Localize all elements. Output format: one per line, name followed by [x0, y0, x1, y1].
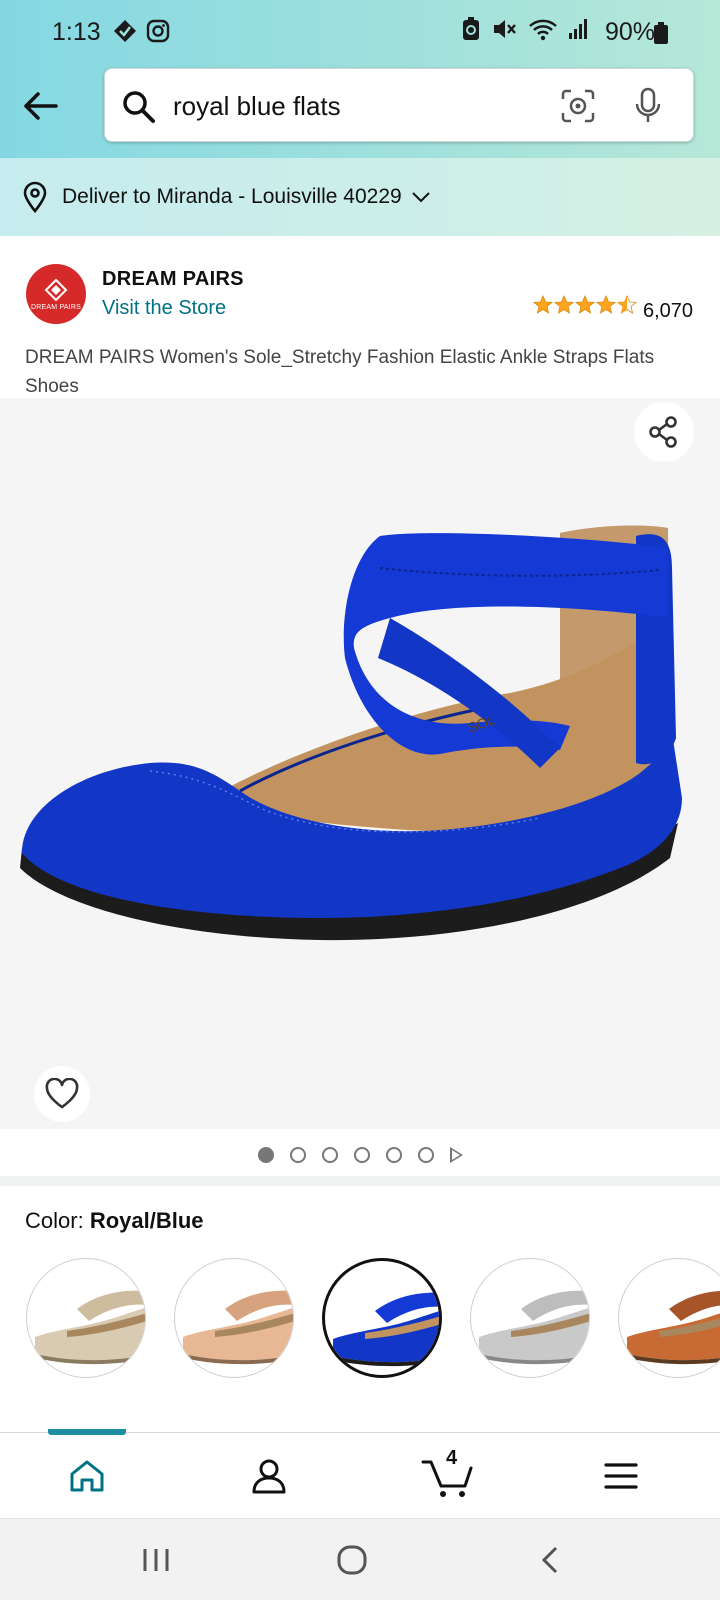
wifi-icon	[529, 19, 557, 41]
product-image: SOL	[20, 525, 682, 941]
heart-icon	[45, 1078, 79, 1109]
color-swatch-nude[interactable]	[174, 1258, 294, 1378]
battery-saver-icon	[463, 17, 479, 40]
search-input[interactable]: royal blue flats	[173, 91, 341, 122]
star-full-icon	[575, 295, 595, 314]
carousel-dot[interactable]	[257, 1147, 274, 1163]
status-time: 1:13	[52, 18, 101, 46]
selected-color-name: Royal/Blue	[89, 1208, 204, 1233]
color-swatch-list	[26, 1258, 720, 1378]
brand-logo[interactable]: DREAM PAIRS	[26, 264, 86, 324]
star-half-icon	[617, 295, 637, 314]
share-button[interactable]	[634, 402, 694, 462]
color-swatch-orange[interactable]	[618, 1258, 720, 1378]
star-full-icon	[596, 295, 616, 314]
section-divider	[0, 1176, 720, 1186]
search-bar[interactable]: royal blue flats	[104, 68, 694, 142]
color-swatch-gold[interactable]	[26, 1258, 146, 1378]
instagram-icon	[146, 19, 170, 43]
brand-logo-text: DREAM PAIRS	[31, 303, 81, 311]
microphone-icon[interactable]	[633, 87, 663, 125]
carousel-dot[interactable]	[289, 1147, 306, 1163]
home-circle-icon	[337, 1545, 367, 1575]
product-image-carousel[interactable]: SOL	[0, 398, 720, 1129]
home-system-button[interactable]	[312, 1537, 392, 1583]
visit-store-link[interactable]: Visit the Store	[102, 297, 226, 320]
brand-name: DREAM PAIRS	[102, 268, 244, 290]
status-bar: 1:13 90%	[0, 0, 720, 64]
nav-account[interactable]	[219, 1433, 319, 1519]
location-tracking-icon	[114, 20, 136, 42]
back-arrow-icon	[24, 92, 58, 120]
nav-menu[interactable]	[571, 1433, 671, 1519]
recent-apps-icon	[143, 1549, 169, 1571]
rating-count[interactable]: 6,070	[643, 300, 693, 323]
star-full-icon	[554, 295, 574, 314]
bottom-navigation: 4	[0, 1429, 720, 1519]
hamburger-menu-icon	[604, 1463, 638, 1489]
battery-icon	[654, 22, 668, 44]
back-chevron-icon	[541, 1546, 558, 1574]
star-full-icon	[533, 295, 553, 314]
location-pin-icon	[23, 181, 47, 213]
brand-logo-diamond-icon	[44, 278, 68, 301]
nav-home[interactable]	[37, 1433, 137, 1519]
star-rating[interactable]	[533, 295, 637, 315]
color-selection-label: Color: Royal/Blue	[25, 1208, 204, 1234]
signal-icon	[569, 19, 587, 39]
nav-cart[interactable]: 4	[398, 1433, 498, 1519]
system-navigation-bar	[0, 1518, 720, 1600]
chevron-down-icon	[411, 192, 430, 203]
home-icon	[70, 1460, 104, 1492]
mute-icon	[494, 20, 516, 38]
back-button[interactable]	[18, 84, 62, 128]
color-swatch-royal-blue[interactable]	[322, 1258, 442, 1378]
color-swatch-silver[interactable]	[470, 1258, 590, 1378]
carousel-dot[interactable]	[321, 1147, 338, 1163]
carousel-dot[interactable]	[417, 1147, 434, 1163]
carousel-dot[interactable]	[353, 1147, 370, 1163]
camera-lens-icon[interactable]	[561, 89, 595, 123]
color-label-prefix: Color:	[25, 1208, 84, 1233]
battery-percent: 90%	[605, 18, 656, 46]
recent-apps-button[interactable]	[116, 1537, 196, 1583]
cart-count-badge: 4	[446, 1447, 458, 1469]
carousel-video-play-icon[interactable]	[449, 1147, 463, 1163]
user-icon	[252, 1459, 286, 1494]
wishlist-button[interactable]	[34, 1066, 90, 1122]
product-title: DREAM PAIRS Women's Sole_Stretchy Fashio…	[25, 347, 655, 397]
carousel-indicator	[0, 1140, 720, 1170]
delivery-location[interactable]: Deliver to Miranda - Louisville 40229	[0, 158, 720, 236]
delivery-text: Deliver to Miranda - Louisville 40229	[62, 185, 402, 208]
carousel-dot[interactable]	[385, 1147, 402, 1163]
back-system-button[interactable]	[510, 1537, 590, 1583]
search-icon	[123, 91, 155, 123]
share-icon	[649, 416, 677, 448]
